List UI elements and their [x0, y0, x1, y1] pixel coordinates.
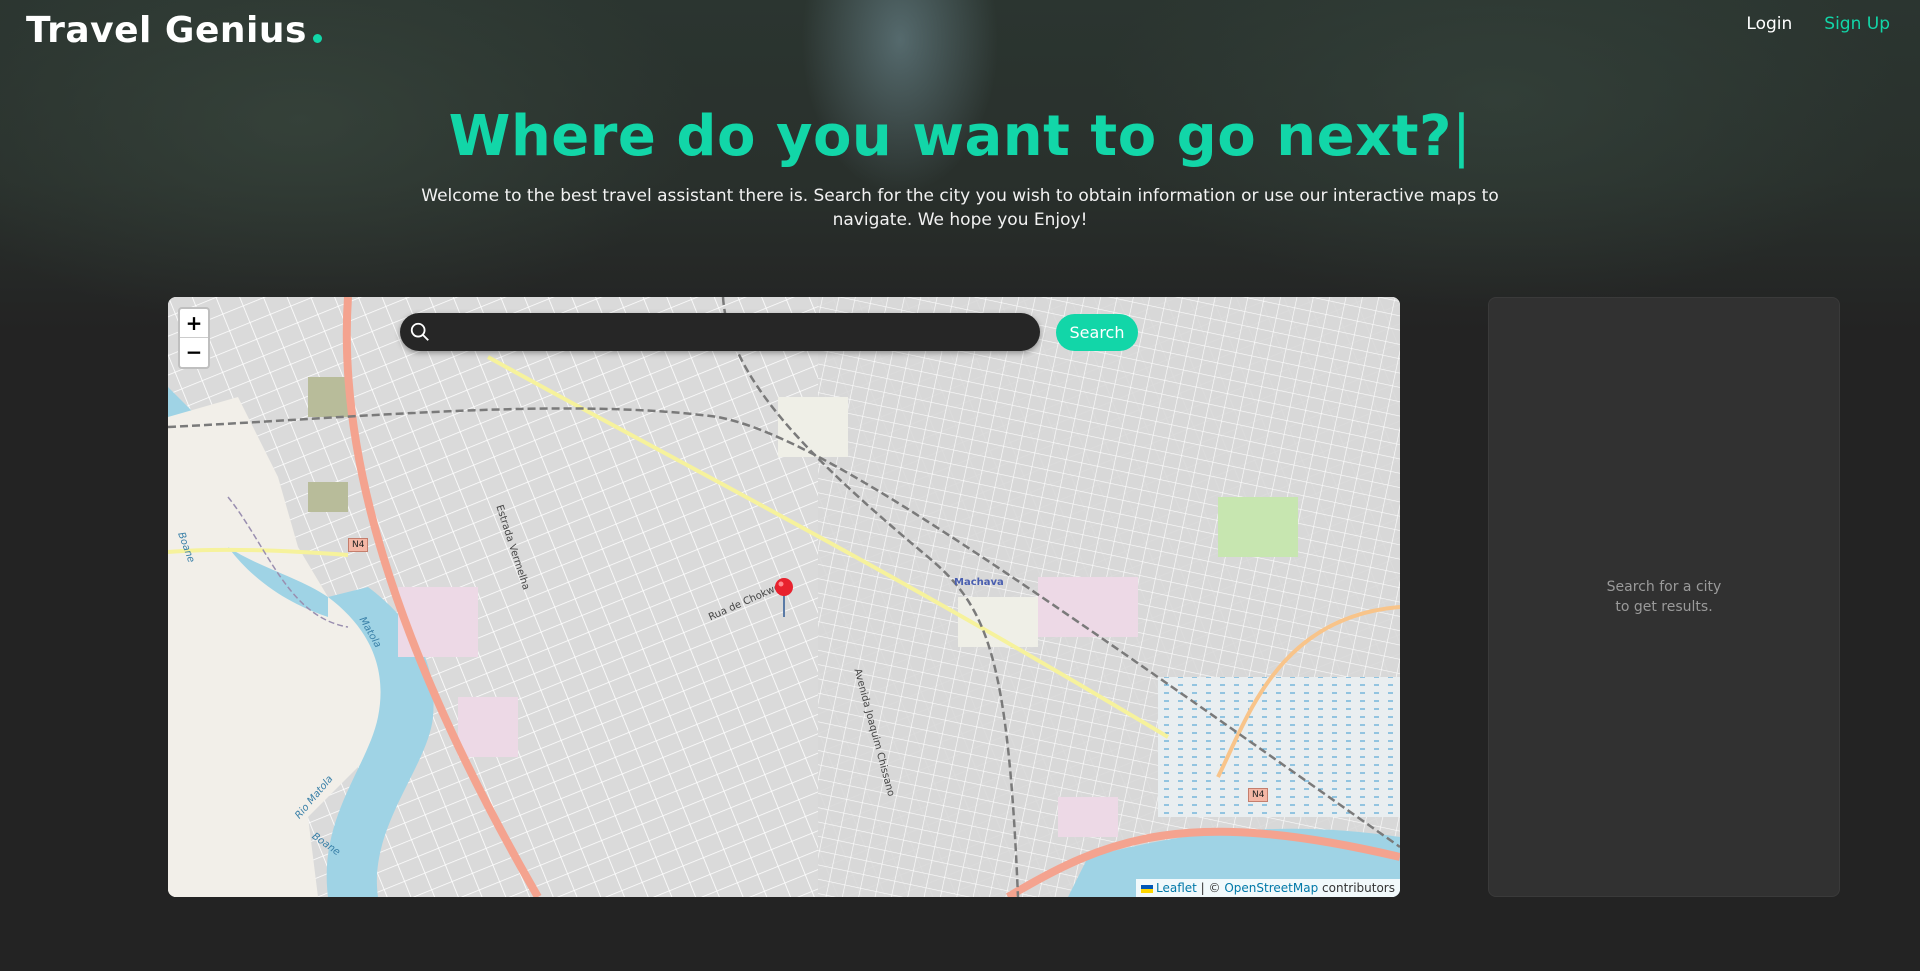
map-attribution: Leaflet | © OpenStreetMap contributors	[1136, 879, 1400, 897]
search-icon	[400, 313, 440, 351]
top-nav: Login Sign Up	[1746, 14, 1890, 34]
interactive-map[interactable]: + − Search Rua de Chokwe Estrada Vermelh…	[168, 297, 1400, 897]
road-shield: N4	[1248, 788, 1269, 802]
zoom-out-button[interactable]: −	[180, 338, 208, 367]
typing-cursor: |	[1451, 104, 1472, 169]
attribution-suffix: contributors	[1318, 881, 1395, 895]
search-input[interactable]	[440, 313, 1040, 351]
page-subtitle: Welcome to the best travel assistant the…	[421, 186, 1499, 230]
brand-name: Travel Genius	[26, 10, 307, 51]
zoom-in-button[interactable]: +	[180, 309, 208, 338]
results-panel: Search for a city to get results.	[1488, 297, 1840, 897]
ukraine-flag-icon	[1141, 884, 1153, 893]
brand-dot-icon	[312, 34, 322, 43]
zoom-control: + −	[178, 307, 210, 369]
osm-link[interactable]: OpenStreetMap	[1224, 881, 1318, 895]
page-headline: Where do you want to go next?|	[0, 104, 1920, 169]
results-hint: Search for a city to get results.	[1606, 579, 1722, 615]
location-pin-icon[interactable]	[774, 577, 794, 623]
brand-logo[interactable]: Travel Genius	[26, 10, 322, 51]
login-link[interactable]: Login	[1746, 14, 1792, 34]
station-label: Machava	[954, 577, 1004, 588]
search-button[interactable]: Search	[1056, 314, 1138, 351]
attribution-separator: | ©	[1196, 881, 1225, 895]
headline-text: Where do you want to go next?	[448, 104, 1452, 169]
road-shield: N4	[348, 538, 369, 552]
leaflet-link[interactable]: Leaflet	[1156, 881, 1197, 895]
search-bar	[400, 313, 1040, 351]
signup-link[interactable]: Sign Up	[1824, 14, 1890, 34]
